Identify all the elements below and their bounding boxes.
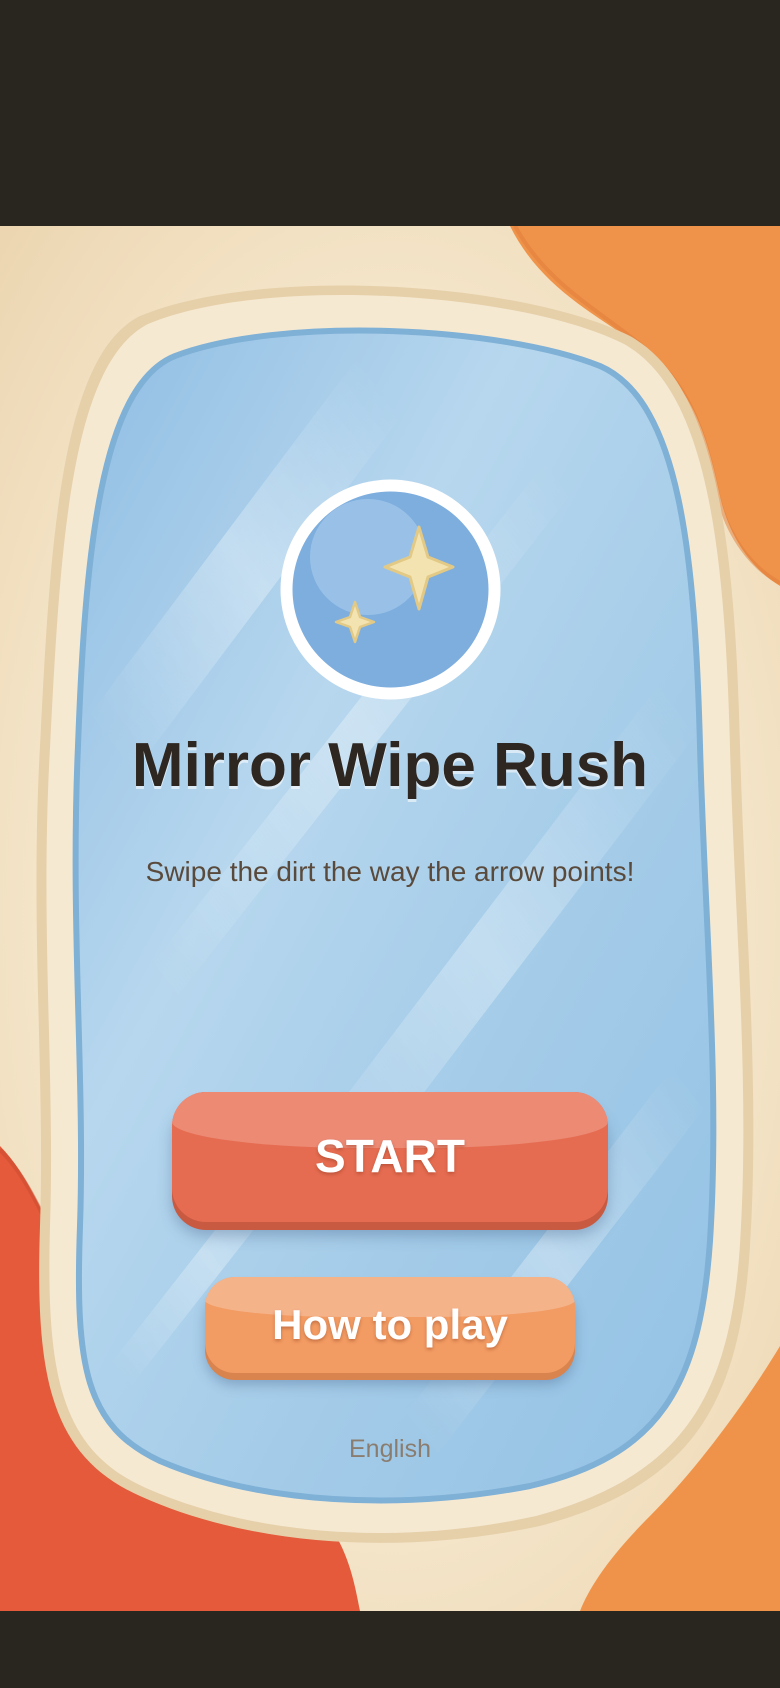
start-button-label: START — [315, 1130, 465, 1182]
mirror-sparkle-icon — [280, 479, 501, 700]
how-to-play-label: How to play — [272, 1301, 508, 1348]
how-to-play-button[interactable]: How to play — [205, 1277, 575, 1373]
letterbox-bottom — [0, 1611, 780, 1688]
background-art — [0, 226, 780, 1611]
start-button[interactable]: START — [172, 1092, 608, 1222]
game-title: Mirror Wipe Rush — [131, 731, 649, 800]
game-subtitle: Swipe the dirt the way the arrow points! — [145, 856, 635, 887]
letterbox-top — [0, 0, 780, 226]
language-selector[interactable]: English — [0, 1435, 780, 1464]
game-stage: Mirror Wipe Rush Swipe the dirt the way … — [0, 226, 780, 1611]
